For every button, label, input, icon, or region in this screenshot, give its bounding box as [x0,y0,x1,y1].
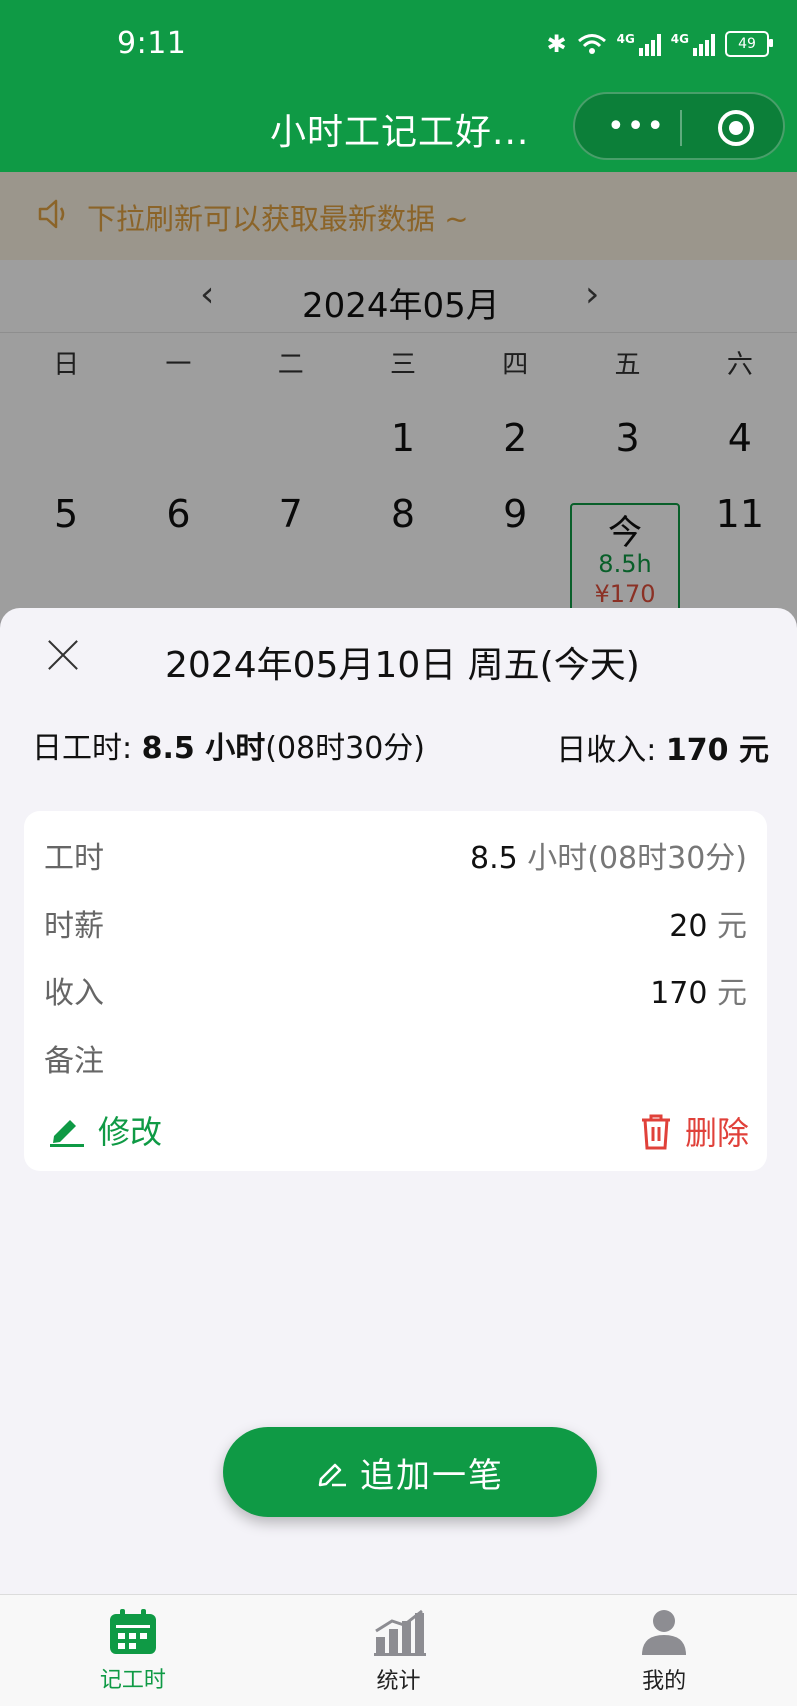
mini-program-capsule: ••• [573,92,785,160]
record-number: 20 [669,909,708,944]
record-value: 170 元 [650,968,747,1012]
record-card: 工时 8.5 小时(08时30分) 时薪 20 元 收入 170 元 备注 修改… [24,811,767,1171]
signal-icon-1 [638,32,661,56]
close-program-button[interactable] [718,110,754,146]
add-record-button[interactable]: 追加一笔 [223,1427,597,1517]
record-row-note: 备注 [44,1036,747,1079]
app-screen: 9:11 ✱ 4G 4G 49 小时工记工好... ••• 下拉刷新可以获取最新… [0,0,797,1706]
top-bar: 9:11 ✱ 4G 4G 49 小时工记工好... ••• [0,0,797,172]
day-income-label: 日收入: [556,733,666,768]
network-type-1: 4G [616,32,635,46]
delete-label: 删除 [684,1114,749,1152]
record-key: 工时 [44,841,104,876]
status-time: 9:11 [117,26,187,61]
signal-icon-2 [693,32,715,56]
battery-icon: 49 [725,31,773,57]
record-unit: 元 [707,909,747,944]
wifi-icon [577,34,606,54]
record-value: 20 元 [669,901,747,945]
record-value: 8.5 小时(08时30分) [470,833,747,877]
calendar-icon [109,1609,156,1654]
record-unit: 元 [707,976,747,1011]
chart-icon [373,1609,426,1656]
record-number: 170 [650,976,708,1011]
tab-bar: 记工时 统计 我的 [0,1594,797,1706]
pencil-icon [50,1120,84,1147]
pencil-outline-icon [318,1463,346,1487]
delete-button[interactable]: 删除 [639,1108,749,1154]
tab-label: 统计 [376,1669,421,1694]
close-icon[interactable] [46,638,80,672]
user-icon [642,1610,687,1655]
tab-statistics[interactable]: 统计 [266,1595,532,1706]
modal-overlay[interactable] [0,172,797,642]
sheet-title: 2024年05月10日 周五(今天) [165,645,640,686]
edit-label: 修改 [98,1113,163,1151]
day-hours-summary: 日工时: 8.5 小时(08时30分) [32,723,425,767]
day-income-summary: 日收入: 170 元 [556,725,769,769]
network-type-2: 4G [670,32,689,46]
day-income-value: 170 元 [665,733,769,768]
capsule-divider [680,110,682,146]
record-key: 时薪 [44,909,104,944]
status-icons: ✱ 4G 4G 49 [546,30,773,58]
trash-icon [641,1114,670,1150]
battery-level: 49 [738,36,756,52]
record-unit: 小时(08时30分) [517,841,747,876]
record-key: 备注 [44,1044,104,1079]
record-row-hours: 工时 8.5 小时(08时30分) [44,833,747,876]
day-detail-sheet: 2024年05月10日 周五(今天) 日工时: 8.5 小时(08时30分) 日… [0,608,797,1706]
day-hours-value: 8.5 小时 [141,731,266,766]
bluetooth-icon: ✱ [546,30,567,58]
more-button[interactable]: ••• [607,112,666,142]
record-number: 8.5 [469,841,518,876]
add-record-label: 追加一笔 [360,1455,504,1496]
tab-label: 我的 [642,1669,687,1694]
tab-log-hours[interactable]: 记工时 [0,1595,266,1706]
day-hours-detail: (08时30分) [265,731,426,766]
record-key: 收入 [44,976,104,1011]
nav-title: 小时工记工好... [270,112,530,153]
record-row-income: 收入 170 元 [44,968,747,1011]
record-row-rate: 时薪 20 元 [44,901,747,944]
tab-profile[interactable]: 我的 [531,1595,797,1706]
edit-button[interactable]: 修改 [48,1107,162,1153]
day-hours-label: 日工时: [32,731,142,766]
tab-label: 记工时 [99,1668,166,1693]
